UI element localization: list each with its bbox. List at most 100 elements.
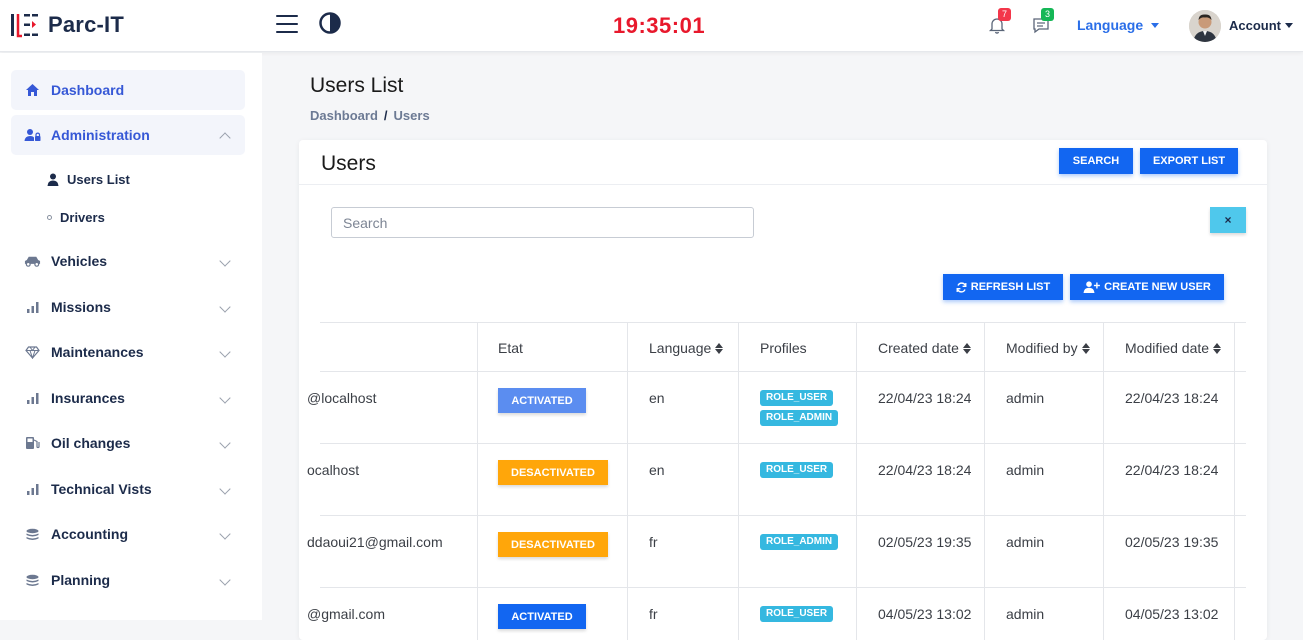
- chevron-down-icon: [219, 301, 231, 313]
- search-input[interactable]: [331, 207, 754, 238]
- column-profiles: Profiles: [760, 340, 807, 356]
- column-language[interactable]: Language: [649, 340, 724, 356]
- user-avatar-icon: [1189, 10, 1221, 42]
- coins-icon: [24, 572, 41, 589]
- cell-profiles: ROLE_USER: [760, 462, 834, 478]
- chevron-down-icon: [219, 255, 231, 267]
- fuel-icon: [24, 435, 41, 452]
- role-badge: ROLE_USER: [760, 462, 834, 478]
- cell-created-date: 22/04/23 18:24: [878, 390, 972, 406]
- cell-language: fr: [649, 534, 658, 550]
- sort-icon: [1081, 342, 1090, 354]
- chevron-down-icon: [219, 574, 231, 586]
- account-label: Account: [1229, 18, 1281, 33]
- sidebar-item-maintenances[interactable]: Maintenances: [11, 332, 245, 372]
- status-badge[interactable]: ACTIVATED: [498, 604, 586, 629]
- role-badge: ROLE_USER: [760, 390, 834, 406]
- column-created-date[interactable]: Created date: [878, 340, 971, 356]
- role-badge: ROLE_ADMIN: [760, 410, 839, 426]
- sidebar-subitem-users-list[interactable]: Users List: [47, 172, 130, 187]
- chevron-up-icon: [219, 132, 231, 144]
- menu-toggle-icon[interactable]: [276, 15, 298, 33]
- card-title: Users: [321, 152, 376, 175]
- column-etat: Etat: [498, 340, 523, 356]
- chevron-down-icon: [219, 437, 231, 449]
- cell-modified-date: 22/04/23 18:24: [1125, 462, 1219, 478]
- clock: 19:35:01: [613, 13, 706, 38]
- cell-email: ocalhost: [307, 462, 360, 478]
- role-badge: ROLE_ADMIN: [760, 534, 839, 550]
- cell-profiles: ROLE_USER ROLE_ADMIN: [760, 390, 839, 426]
- create-new-user-button[interactable]: CREATE NEW USER: [1070, 274, 1224, 300]
- car-icon: [24, 253, 41, 270]
- bar-chart-icon: [24, 299, 41, 316]
- search-button[interactable]: SEARCH: [1059, 148, 1133, 174]
- export-list-button[interactable]: EXPORT LIST: [1140, 148, 1238, 174]
- account-dropdown[interactable]: Account: [1229, 18, 1293, 33]
- table-row[interactable]: @gmail.com ACTIVATED fr ROLE_USER 04/05/…: [307, 588, 1246, 640]
- sidebar-item-insurances[interactable]: Insurances: [11, 378, 245, 418]
- sort-icon: [1213, 342, 1222, 354]
- contrast-toggle-icon[interactable]: [319, 12, 341, 34]
- cell-created-date: 02/05/23 19:35: [878, 534, 972, 550]
- cell-modified-by: admin: [1006, 462, 1045, 478]
- language-dropdown[interactable]: Language: [1077, 17, 1160, 33]
- chevron-down-icon: [219, 528, 231, 540]
- sort-icon: [962, 342, 971, 354]
- cell-created-date: 22/04/23 18:24: [878, 462, 972, 478]
- logo-icon: [11, 14, 38, 38]
- user-plus-icon: [1083, 281, 1101, 293]
- table-row[interactable]: ocalhost DESACTIVATED en ROLE_USER 22/04…: [307, 444, 1246, 516]
- cell-language: en: [649, 390, 665, 406]
- diamond-icon: [24, 344, 41, 361]
- user-icon: [47, 173, 59, 186]
- table-header: Etat Language Profiles Created date Modi…: [320, 322, 1246, 372]
- bullet-icon: [47, 215, 52, 220]
- notifications-badge: 7: [998, 8, 1012, 21]
- clear-search-button[interactable]: ×: [1210, 207, 1246, 233]
- column-modified-date[interactable]: Modified date: [1125, 340, 1222, 356]
- chevron-down-icon: [219, 392, 231, 404]
- status-badge[interactable]: ACTIVATED: [498, 388, 586, 413]
- home-icon: [24, 82, 41, 99]
- chevron-down-icon: [1151, 22, 1160, 28]
- user-lock-icon: [24, 127, 41, 144]
- cell-modified-by: admin: [1006, 534, 1045, 550]
- cell-modified-date: 22/04/23 18:24: [1125, 390, 1219, 406]
- app-name: Parc-IT: [48, 12, 124, 37]
- sort-icon: [715, 342, 724, 354]
- bar-chart-icon: [24, 390, 41, 407]
- chevron-down-icon: [1285, 23, 1293, 28]
- sidebar-item-missions[interactable]: Missions: [11, 287, 245, 327]
- sidebar-item-administration[interactable]: Administration: [11, 115, 245, 155]
- sidebar-item-oil-changes[interactable]: Oil changes: [11, 423, 245, 463]
- status-badge[interactable]: DESACTIVATED: [498, 532, 608, 557]
- breadcrumb-users: Users: [393, 108, 430, 123]
- sidebar-item-accounting[interactable]: Accounting: [11, 514, 245, 554]
- cell-language: en: [649, 462, 665, 478]
- table-row[interactable]: ddaoui21@gmail.com DESACTIVATED fr ROLE_…: [307, 516, 1246, 588]
- sidebar-item-dashboard[interactable]: Dashboard: [11, 70, 245, 110]
- sidebar-item-planning[interactable]: Planning: [11, 560, 245, 600]
- table-row[interactable]: @localhost ACTIVATED en ROLE_USER ROLE_A…: [307, 372, 1246, 444]
- breadcrumb-dashboard[interactable]: Dashboard: [310, 108, 378, 123]
- cell-email: @localhost: [307, 390, 377, 406]
- cell-modified-by: admin: [1006, 390, 1045, 406]
- refresh-icon: [956, 281, 967, 293]
- top-header: Parc-IT 19:35:01 7 3 Language Account: [0, 0, 1303, 52]
- messages-badge: 3: [1041, 8, 1055, 21]
- status-badge[interactable]: DESACTIVATED: [498, 460, 608, 485]
- column-modified-by[interactable]: Modified by: [1006, 340, 1090, 356]
- chevron-down-icon: [219, 483, 231, 495]
- bar-chart-icon: [24, 481, 41, 498]
- refresh-list-button[interactable]: REFRESH LIST: [943, 274, 1063, 300]
- chevron-down-icon: [219, 346, 231, 358]
- cell-profiles: ROLE_ADMIN: [760, 534, 839, 550]
- sidebar-item-technical-visits[interactable]: Technical Vists: [11, 469, 245, 509]
- page-title: Users List: [310, 74, 404, 97]
- sidebar-item-vehicles[interactable]: Vehicles: [11, 241, 245, 281]
- language-label: Language: [1077, 17, 1144, 33]
- app-logo[interactable]: Parc-IT: [10, 12, 124, 38]
- sidebar-subitem-drivers[interactable]: Drivers: [47, 210, 105, 225]
- avatar[interactable]: [1189, 10, 1221, 42]
